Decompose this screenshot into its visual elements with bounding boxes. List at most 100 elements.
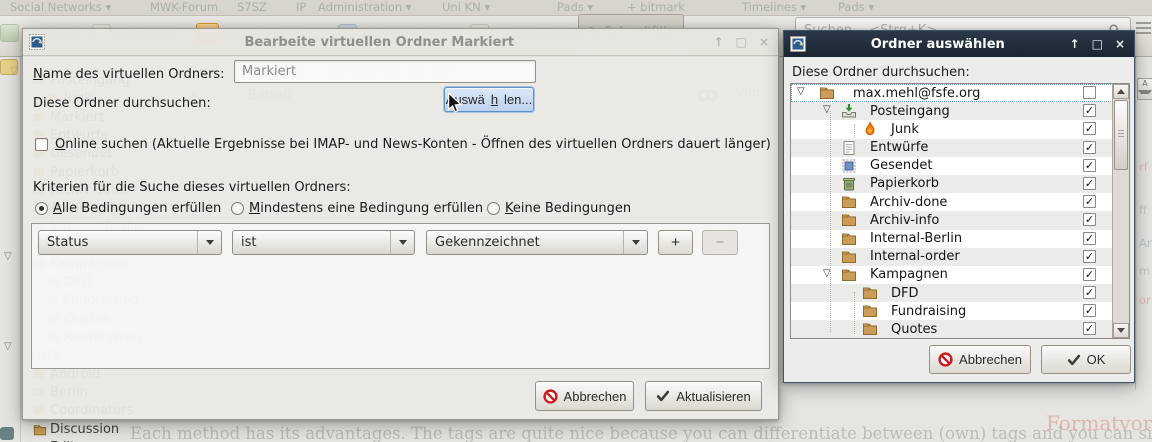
match-none-radio[interactable] [487,202,500,215]
folder-name: max.mehl@fsfe.org [853,86,980,101]
expander-icon[interactable]: ▽ [4,251,12,262]
folder-checkbox[interactable]: ✓ [1083,177,1096,190]
folder-name: DFD [891,286,919,301]
folder-checkbox[interactable]: ✓ [1083,286,1096,299]
bookmark-item[interactable]: Social Networks ▾ [10,0,111,14]
tree-row[interactable]: Entwürfe ✓ [791,139,1129,157]
folder-checkbox[interactable]: ✓ [1083,322,1096,335]
minimize-button[interactable]: ↑ [714,35,724,49]
chevron-down-icon [197,231,221,254]
bookmark-item[interactable]: Timelines ▾ [742,0,806,14]
online-search-checkbox[interactable] [35,138,48,151]
dialog-titlebar[interactable]: Ordner auswählen ↑ □ × [784,31,1134,57]
maximize-button[interactable]: □ [1092,37,1103,51]
tree-row[interactable]: Internal-order ✓ [791,248,1129,266]
tree-row[interactable]: Internal-Berlin✓ [791,230,1129,248]
update-button[interactable]: Aktualisieren [645,381,762,411]
criteria-panel: Status ist Gekennzeichnet + − [31,223,770,369]
add-criterion-button[interactable]: + [658,230,693,255]
tree-scrollbar[interactable] [1112,84,1129,338]
folder-icon [841,212,857,228]
sort-column-button[interactable]: A [1137,78,1152,100]
folder-name: Archiv-done [870,195,947,210]
folder-icon [862,303,878,319]
minimize-button[interactable]: ↑ [1070,37,1080,51]
tree-guide-line [854,292,855,334]
maximize-button[interactable]: □ [736,35,747,49]
pane-divider[interactable] [20,56,21,442]
folder-checkbox[interactable]: ✓ [1083,141,1096,154]
tree-row[interactable]: Quotes✓ [791,320,1129,338]
close-button[interactable]: × [1115,37,1125,51]
tree-row[interactable]: Gesendet ✓ [791,157,1129,175]
get-mail-icon [0,24,19,42]
folder-checkbox[interactable]: ✓ [1083,195,1096,208]
tree-row[interactable]: Papierkorb ✓ [791,175,1129,193]
cancel-button[interactable]: Abbrechen [535,381,634,411]
folder-checkbox[interactable]: ✓ [1083,104,1096,117]
scroll-down-icon[interactable] [1113,323,1129,338]
account-icon [0,59,18,75]
edit-virtual-folder-dialog: Bearbeite virtuellen Ordner Markiert ↑ □… [22,28,779,420]
operator-dropdown[interactable]: ist [232,230,415,255]
app-menu-icon[interactable] [1136,22,1151,24]
criteria-label: Kriterien für die Suche dieses virtuelle… [33,180,351,195]
bookmark-item[interactable]: S7SZ [237,0,267,14]
attribute-dropdown[interactable]: Status [38,230,222,255]
value-dropdown[interactable]: Gekennzeichnet [426,230,648,255]
expander-icon[interactable]: ▽ [4,341,12,352]
scrollbar-thumb[interactable] [1114,100,1128,170]
ghost-list-text: An [1139,236,1152,250]
flame-icon [862,121,878,137]
folder-checkbox[interactable]: ✓ [1083,159,1096,172]
operator-dropdown-value: ist [233,235,390,250]
tree-row[interactable]: ▽ max.mehl@fsfe.org [791,84,1129,102]
bookmark-item[interactable]: Pads ▾ [557,0,593,14]
match-none-label: Keine Bedingungen [505,201,631,216]
close-button[interactable]: × [759,35,769,49]
tree-row[interactable]: DFD ✓ [791,284,1129,302]
sort-column-label: A [1142,79,1147,88]
ok-button[interactable]: OK [1041,345,1131,374]
tree-guide-line [854,124,855,138]
ghost-format-text: Formatvorlage [1046,411,1152,435]
tree-guide-line [830,111,831,332]
bookmark-item[interactable]: IP [296,0,306,14]
ghost-folder-name: Discussion [50,422,119,437]
folder-checkbox[interactable]: ✓ [1083,232,1096,245]
folder-checkbox[interactable]: ✓ [1083,250,1096,263]
virtual-folder-name-input[interactable] [234,60,536,83]
bookmark-item[interactable]: Administration ▾ [318,0,412,14]
dialog-titlebar[interactable]: Bearbeite virtuellen Ordner Markiert ↑ □… [23,29,778,56]
folder-checkbox[interactable] [1083,86,1096,99]
ghost-list-text: rf [1139,160,1148,174]
tree-row[interactable]: Fundraising✓ [791,302,1129,320]
folder-checkbox[interactable]: ✓ [1083,304,1096,317]
name-label: Name des virtuellen Ordners: [33,67,225,82]
folder-checkbox[interactable]: ✓ [1083,268,1096,281]
tree-row[interactable]: ▽Posteingang✓ [791,102,1129,120]
folder-checkbox[interactable]: ✓ [1083,122,1096,135]
match-any-radio[interactable] [231,202,244,215]
bookmark-item[interactable]: + bitmark [627,0,685,14]
ghost-list-text: ff [1139,203,1147,217]
tree-row[interactable]: ▽Kampagnen✓ [791,266,1129,284]
tree-row[interactable]: Archiv-done ✓ [791,193,1129,211]
bookmark-item[interactable]: Pads ▾ [838,0,874,14]
bookmark-item[interactable]: MWK-Forum [150,0,218,14]
remove-criterion-button[interactable]: − [702,230,738,255]
cancel-button[interactable]: Abbrechen [929,345,1031,374]
folder-checkbox[interactable]: ✓ [1083,213,1096,226]
folder-name: Internal-order [870,249,960,264]
bookmark-item[interactable]: Uni KN ▾ [442,0,490,14]
folder-icon [841,231,857,247]
expander-icon[interactable]: ▽ [797,86,805,97]
match-all-radio[interactable] [35,202,48,215]
scroll-up-icon[interactable] [1113,84,1129,99]
folder-name: Gesendet [870,158,932,173]
tree-row[interactable]: Junk✓ [791,120,1129,138]
tree-row[interactable]: Archiv-info✓ [791,211,1129,229]
folder-name: Papierkorb [870,176,939,191]
cancel-icon [543,389,558,404]
folder-name: Entwürfe [870,140,928,155]
